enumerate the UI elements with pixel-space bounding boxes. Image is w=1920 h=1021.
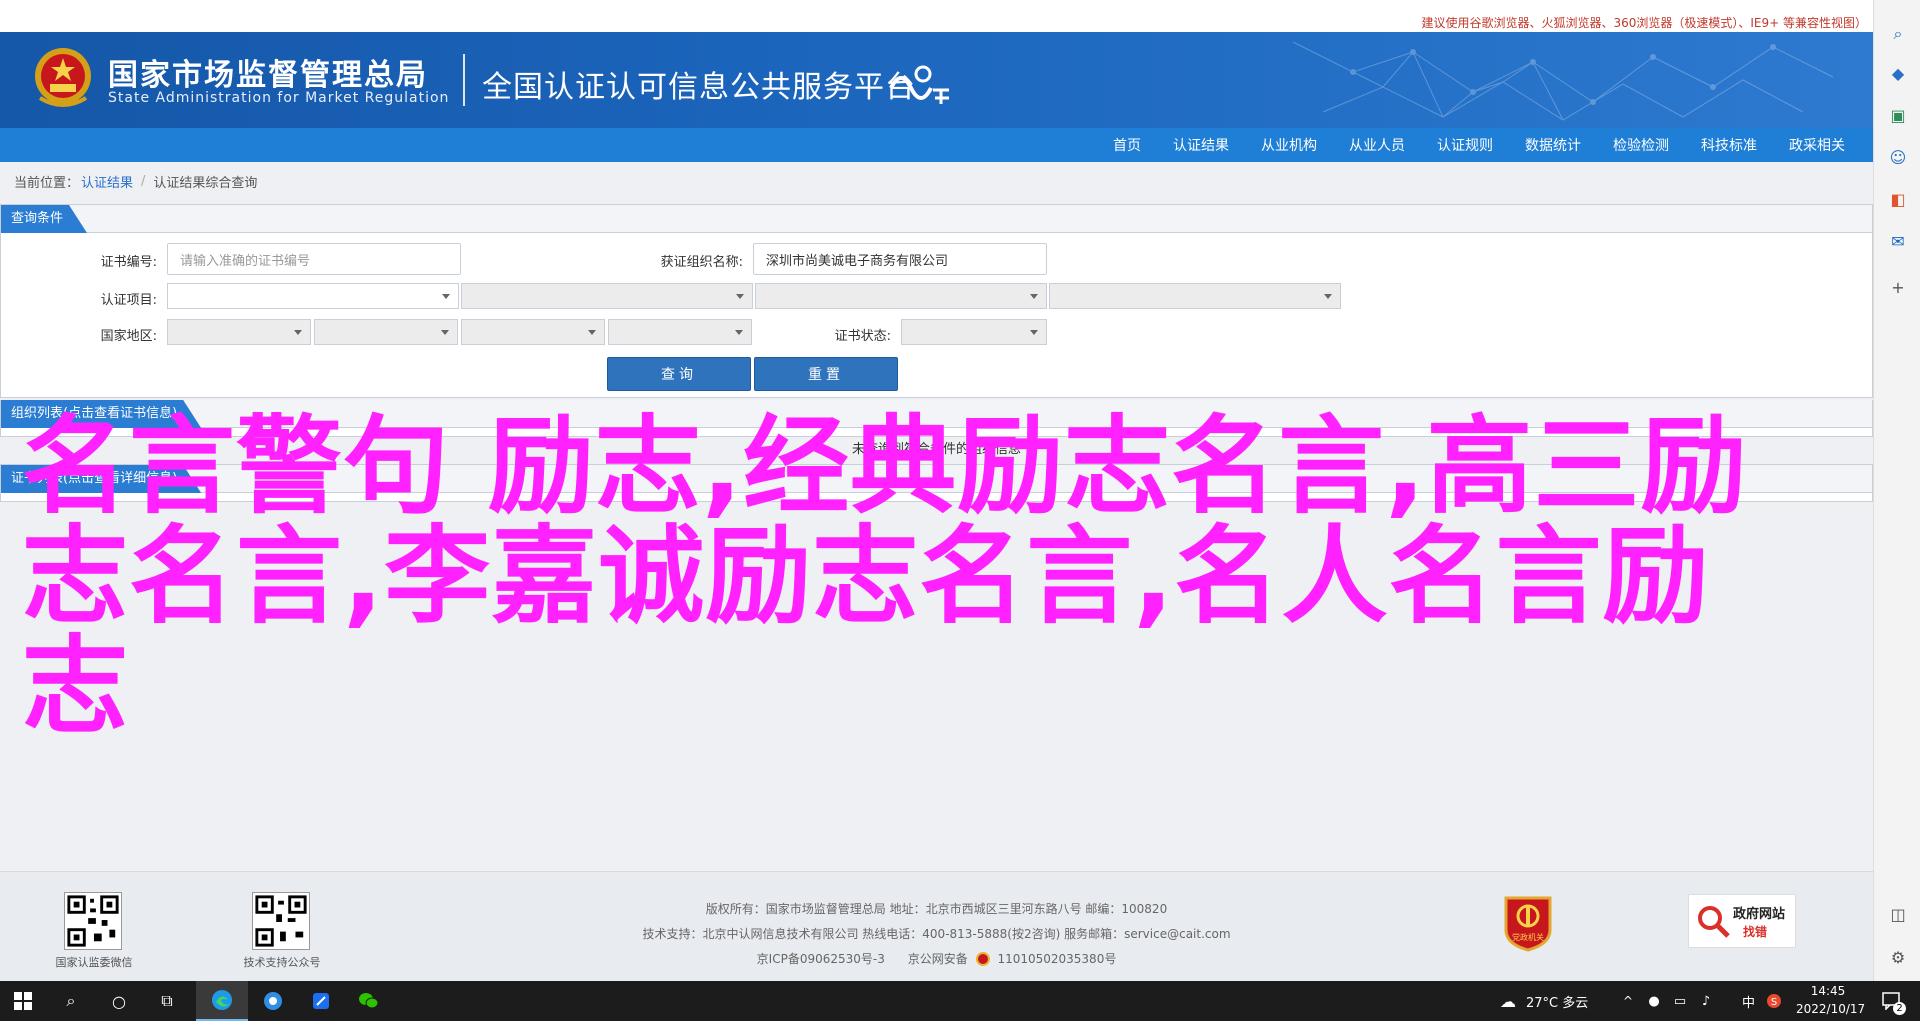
people-icon[interactable]: ☺ bbox=[1888, 148, 1908, 168]
renyun-logo-icon bbox=[889, 65, 949, 104]
project-select-1[interactable] bbox=[167, 283, 459, 309]
app-icon[interactable] bbox=[250, 981, 296, 1021]
compat-strip: 建议使用谷歌浏览器、火狐浏览器、360浏览器（极速模式）、IE9+ 等兼容性视图… bbox=[0, 0, 1873, 32]
ime-indicator[interactable]: 中 bbox=[1742, 992, 1755, 1011]
weather-text[interactable]: 27°C 多云 bbox=[1526, 992, 1588, 1011]
tray-wechat-icon[interactable]: ● bbox=[1642, 981, 1666, 1021]
add-icon[interactable]: + bbox=[1888, 278, 1908, 298]
query-panel-header: 查询条件 bbox=[1, 205, 1872, 233]
settings-gear-icon[interactable]: ⚙ bbox=[1888, 948, 1908, 968]
magnifier-icon bbox=[1698, 906, 1730, 938]
breadcrumb: 当前位置： 认证结果 / 认证结果综合查询 bbox=[0, 162, 1873, 200]
clock-date[interactable]: 2022/10/17 bbox=[1796, 1002, 1865, 1016]
tag-icon[interactable]: ◆ bbox=[1888, 64, 1908, 84]
org-name-input[interactable]: 深圳市尚美诚电子商务有限公司 bbox=[753, 243, 1047, 275]
site-footer: 国家认监委微信 技术支持公众号 版权所有：国家市场监督管理总局 地址：北京市西城… bbox=[0, 871, 1873, 981]
volume-icon[interactable]: ♪ bbox=[1694, 981, 1718, 1021]
windows-taskbar: ⌕ ○ ⧉ ☁ 27°C 多云 ^ ● ▭ ♪ 中 S 14:45 2022/1… bbox=[0, 981, 1920, 1021]
nav-item-0[interactable]: 首页 bbox=[1097, 135, 1157, 155]
notification-icon[interactable]: 2 bbox=[1872, 981, 1912, 1021]
cert-status-select[interactable] bbox=[901, 319, 1047, 345]
breadcrumb-separator: / bbox=[141, 173, 146, 189]
search-icon[interactable]: ⌕ bbox=[1888, 24, 1908, 44]
header-network-decoration bbox=[1292, 41, 1834, 121]
nav-item-2[interactable]: 从业机构 bbox=[1245, 135, 1333, 155]
project-select-4[interactable] bbox=[1049, 283, 1341, 309]
overlay-headline: 名言警句 励志,经典励志名言,高三励志名言,李嘉诚励志名言,名人名言励志 bbox=[22, 405, 1748, 748]
party-gov-badge-icon[interactable]: 党政机关 bbox=[1502, 892, 1554, 952]
org-name-en: State Administration for Market Regulati… bbox=[108, 90, 450, 106]
weather-cloud-icon[interactable]: ☁ bbox=[1496, 981, 1520, 1021]
cert-no-input[interactable]: 请输入准确的证书编号 bbox=[167, 243, 461, 275]
org-name-cn: 国家市场监督管理总局 bbox=[108, 58, 428, 93]
browser-sidebar: ⌕ ◆ ▣ ☺ ◧ ✉ + ◫ ⚙ bbox=[1873, 0, 1920, 981]
windows-start-icon[interactable] bbox=[0, 981, 46, 1021]
network-icon[interactable]: ▭ bbox=[1668, 981, 1692, 1021]
platform-title: 全国认证认可信息公共服务平台 bbox=[482, 70, 916, 105]
query-panel: 查询条件 证书编号: 请输入准确的证书编号 获证组织名称: 深圳市尚美诚电子商务… bbox=[0, 204, 1873, 398]
nav-item-3[interactable]: 从业人员 bbox=[1333, 135, 1421, 155]
project-select-3[interactable] bbox=[755, 283, 1047, 309]
query-panel-title: 查询条件 bbox=[1, 205, 87, 233]
nav-item-6[interactable]: 检验检测 bbox=[1597, 135, 1685, 155]
header-divider bbox=[463, 54, 465, 106]
tray-expand-icon[interactable]: ^ bbox=[1616, 981, 1640, 1021]
region-select-4[interactable] bbox=[608, 319, 752, 345]
cert-no-label: 证书编号: bbox=[100, 255, 157, 270]
party-gov-badge-caption: 党政机关 bbox=[1512, 932, 1544, 942]
outlook-icon[interactable]: ✉ bbox=[1888, 232, 1908, 252]
notification-count: 2 bbox=[1893, 1002, 1906, 1015]
region-select-1[interactable] bbox=[167, 319, 311, 345]
cortana-circle-icon[interactable]: ○ bbox=[96, 981, 142, 1021]
footer-icp-line: 京ICP备09062530号-3 京公网安备 11010502035380号 bbox=[0, 950, 1873, 967]
sogou-icon[interactable]: S bbox=[1762, 981, 1786, 1021]
nav-item-4[interactable]: 认证规则 bbox=[1421, 135, 1509, 155]
footer-icp[interactable]: 京ICP备09062530号-3 bbox=[757, 952, 885, 966]
org-name-label: 获证组织名称: bbox=[660, 255, 743, 270]
search-icon[interactable]: ⌕ bbox=[48, 981, 94, 1021]
region-select-2[interactable] bbox=[314, 319, 458, 345]
police-badge-icon bbox=[975, 952, 990, 966]
nav-item-1[interactable]: 认证结果 bbox=[1157, 135, 1245, 155]
breadcrumb-link-results[interactable]: 认证结果 bbox=[81, 172, 133, 191]
national-emblem-icon bbox=[35, 48, 91, 107]
footer-copyright: 版权所有：国家市场监督管理总局 地址：北京市西城区三里河东路八号 邮编：1008… bbox=[705, 902, 1168, 916]
region-select-3[interactable] bbox=[461, 319, 605, 345]
footer-police-label: 京公网安备 bbox=[907, 952, 968, 966]
breadcrumb-prefix: 当前位置： bbox=[14, 175, 80, 191]
task-view-icon[interactable]: ⧉ bbox=[144, 981, 190, 1021]
browser-page: 建议使用谷歌浏览器、火狐浏览器、360浏览器（极速模式）、IE9+ 等兼容性视图… bbox=[0, 0, 1873, 981]
feishu-icon[interactable] bbox=[298, 981, 344, 1021]
region-label: 国家地区: bbox=[100, 329, 157, 344]
nav-item-7[interactable]: 科技标准 bbox=[1685, 135, 1773, 155]
main-nav: 首页 认证结果 从业机构 从业人员 认证规则 数据统计 检验检测 科技标准 政采相关 bbox=[0, 128, 1873, 162]
nav-item-8[interactable]: 政采相关 bbox=[1773, 135, 1861, 155]
wechat-icon[interactable] bbox=[346, 981, 392, 1021]
svg-text:S: S bbox=[1771, 997, 1777, 1008]
project-select-2[interactable] bbox=[461, 283, 753, 309]
gov-badge-top: 政府网站 bbox=[1733, 907, 1786, 922]
toolbox-icon[interactable]: ▣ bbox=[1888, 106, 1908, 126]
search-button[interactable]: 查询 bbox=[607, 357, 751, 391]
site-header: 国家市场监督管理总局 State Administration for Mark… bbox=[0, 32, 1873, 128]
reset-button[interactable]: 重置 bbox=[754, 357, 898, 391]
nav-item-5[interactable]: 数据统计 bbox=[1509, 135, 1597, 155]
cert-status-label: 证书状态: bbox=[834, 329, 891, 344]
gov-badge-bottom: 找错 bbox=[1743, 925, 1768, 939]
sidebar-panel-icon[interactable]: ◫ bbox=[1888, 905, 1908, 925]
edge-browser-icon[interactable] bbox=[196, 981, 248, 1021]
office-icon[interactable]: ◧ bbox=[1888, 190, 1908, 210]
breadcrumb-current: 认证结果综合查询 bbox=[153, 175, 258, 191]
clock-time[interactable]: 14:45 bbox=[1796, 984, 1860, 998]
footer-police-no[interactable]: 11010502035380号 bbox=[997, 952, 1116, 966]
compat-notice: 建议使用谷歌浏览器、火狐浏览器、360浏览器（极速模式）、IE9+ 等兼容性视图… bbox=[1421, 16, 1867, 30]
gov-site-find-error-badge[interactable]: 政府网站 找错 bbox=[1688, 894, 1796, 948]
footer-support: 技术支持：北京中认网信息技术有限公司 热线电话：400-813-5888(按2咨… bbox=[642, 927, 1231, 941]
project-label: 认证项目: bbox=[100, 293, 157, 308]
